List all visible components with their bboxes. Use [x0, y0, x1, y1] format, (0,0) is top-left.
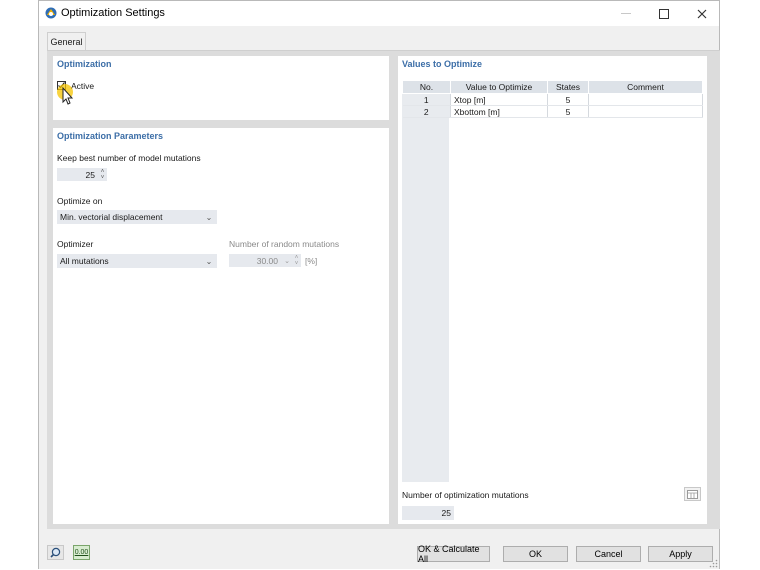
values-section-title: Values to Optimize: [402, 59, 483, 69]
values-table-area: No. Value to Optimize States Comment 1 X…: [402, 80, 703, 482]
random-mutations-label: Number of random mutations: [229, 239, 340, 249]
resize-grip-icon[interactable]: [709, 559, 718, 568]
close-button[interactable]: [683, 1, 721, 26]
row-number: 1: [402, 93, 451, 106]
random-mutations-value: 30.00: [256, 255, 278, 266]
cancel-button[interactable]: Cancel: [576, 546, 641, 562]
title-bar[interactable]: Optimization Settings: [39, 1, 719, 26]
column-header-no[interactable]: No.: [402, 80, 451, 94]
value-cell[interactable]: Xbottom [m]: [450, 105, 548, 118]
mouse-cursor-icon: [55, 82, 79, 106]
optimizer-value: All mutations: [60, 256, 109, 266]
stepper-arrows-icon[interactable]: ˄ ˅: [98, 169, 107, 181]
comment-cell[interactable]: [588, 105, 703, 118]
table-icon: [687, 489, 698, 499]
optimizer-select[interactable]: All mutations ⌄: [57, 254, 217, 268]
table-header-row: No. Value to Optimize States Comment: [402, 80, 703, 94]
optimize-on-label: Optimize on: [57, 196, 103, 206]
table-edit-button[interactable]: [684, 487, 701, 501]
value-cell[interactable]: Xtop [m]: [450, 93, 548, 106]
keep-best-value: 25: [85, 169, 95, 180]
tab-general[interactable]: General: [47, 32, 86, 51]
maximize-button[interactable]: [645, 1, 683, 26]
apply-button[interactable]: Apply: [648, 546, 713, 562]
optimize-on-value: Min. vectorial displacement: [60, 212, 163, 222]
optimizer-label: Optimizer: [57, 239, 94, 249]
values-to-optimize-panel: Values to Optimize No. Value to Optimize…: [398, 56, 707, 524]
units-decimal-icon: 0.00: [74, 549, 89, 556]
row-number: 2: [402, 105, 451, 118]
mutations-value: 25: [402, 506, 454, 520]
minimize-button[interactable]: [607, 1, 645, 26]
window-title: Optimization Settings: [61, 7, 165, 19]
app-logo-icon: [45, 7, 57, 19]
comment-cell[interactable]: [588, 93, 703, 106]
table-row[interactable]: 2 Xbottom [m] 5: [402, 105, 703, 118]
parameters-panel: Optimization Parameters Keep best number…: [53, 128, 389, 524]
search-help-icon: [50, 547, 61, 558]
keep-best-label: Keep best number of model mutations: [57, 153, 201, 163]
ok-calculate-all-button[interactable]: OK & Calculate All: [417, 544, 490, 564]
row-number-column: [402, 93, 449, 482]
stepper-arrows-icon[interactable]: ˄ ˅: [292, 255, 301, 267]
parameters-section-title: Optimization Parameters: [57, 131, 164, 141]
keep-best-stepper[interactable]: 25 ˄ ˅: [57, 168, 107, 181]
chevron-down-icon: ⌄: [205, 212, 213, 222]
column-header-value[interactable]: Value to Optimize: [450, 80, 548, 94]
optimization-panel: Optimization Active: [53, 56, 389, 120]
close-icon: [697, 9, 707, 18]
states-cell[interactable]: 5: [547, 93, 589, 106]
optimization-section-title: Optimization: [57, 59, 112, 69]
dialog-window: Optimization Settings General Optimizati…: [38, 0, 720, 569]
ok-button[interactable]: OK: [503, 546, 568, 562]
column-header-comment[interactable]: Comment: [588, 80, 703, 94]
chevron-down-icon: ⌄: [205, 256, 213, 266]
chevron-down-icon: ⌄: [284, 257, 290, 265]
maximize-icon: [659, 8, 669, 19]
mutations-label: Number of optimization mutations: [402, 490, 529, 500]
units-button[interactable]: 0.00: [73, 545, 90, 560]
table-row[interactable]: 1 Xtop [m] 5: [402, 93, 703, 106]
values-table: No. Value to Optimize States Comment 1 X…: [402, 80, 703, 118]
random-mutations-unit: [%]: [305, 256, 318, 266]
help-button[interactable]: [47, 545, 64, 560]
column-header-states[interactable]: States: [547, 80, 589, 94]
minimize-icon: [621, 13, 631, 14]
states-cell[interactable]: 5: [547, 105, 589, 118]
random-mutations-stepper[interactable]: 30.00 ⌄ ˄ ˅: [229, 254, 301, 267]
optimize-on-select[interactable]: Min. vectorial displacement ⌄: [57, 210, 217, 224]
